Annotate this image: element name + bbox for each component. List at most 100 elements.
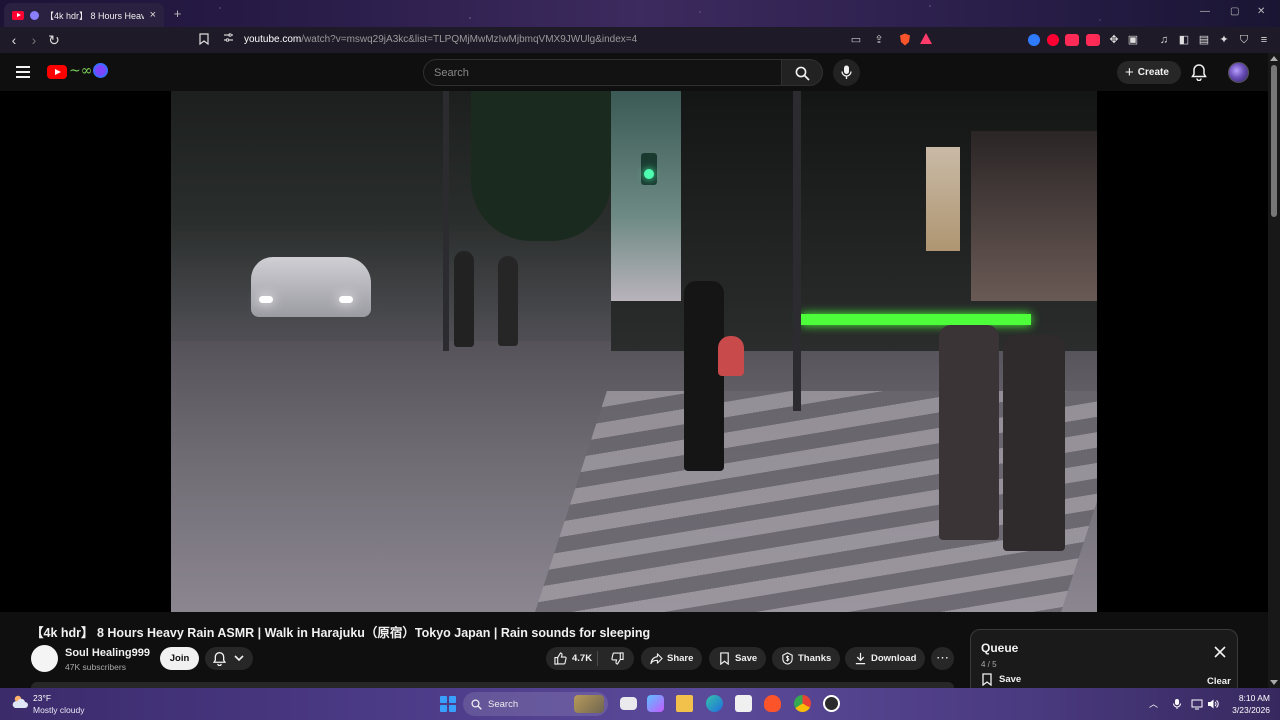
save-button[interactable]: Save	[709, 647, 767, 670]
extension-icon-4[interactable]	[1086, 34, 1100, 46]
close-icon[interactable]	[1213, 645, 1227, 659]
scroll-up-arrow-icon[interactable]	[1270, 56, 1278, 61]
vpn-icon[interactable]: ⛉	[1237, 33, 1251, 47]
queue-save-label: Save	[999, 674, 1022, 685]
thumbs-down-icon	[611, 652, 624, 665]
minimize-icon[interactable]: —	[1200, 6, 1210, 17]
media-controls-icon[interactable]: ♫	[1157, 33, 1171, 47]
back-icon[interactable]: ‹	[6, 32, 22, 48]
brave-browser-icon[interactable]	[764, 695, 781, 712]
extension-icon-1[interactable]	[1028, 34, 1040, 46]
more-actions-button[interactable]: ⋯	[931, 647, 954, 670]
extension-icon-2[interactable]	[1047, 34, 1059, 46]
scroll-down-arrow-icon[interactable]	[1270, 680, 1278, 685]
windows-start-icon[interactable]	[440, 696, 456, 712]
account-avatar[interactable]	[1228, 62, 1249, 83]
video-frame-backpack	[718, 336, 744, 376]
youtube-logo-icon[interactable]	[47, 65, 67, 79]
volume-icon[interactable]	[1207, 698, 1219, 710]
clock-date[interactable]: 3/23/2026	[1220, 705, 1270, 715]
video-frame-store-sign	[801, 314, 1031, 325]
thanks-dollar-icon	[782, 652, 793, 665]
screen: 【4k hdr】 8 Hours Heavy Rain × + — ▢ ✕ ‹ …	[0, 0, 1280, 720]
task-view-icon[interactable]	[620, 697, 637, 710]
weather-temperature[interactable]: 23°F	[33, 693, 51, 703]
create-button[interactable]: + Create	[1117, 61, 1181, 84]
site-info-icon[interactable]	[221, 33, 235, 47]
scrollbar-thumb[interactable]	[1271, 65, 1277, 217]
taskbar-search-box[interactable]: Search	[463, 692, 608, 716]
subscription-notifications-button[interactable]	[205, 647, 253, 670]
bookmark-icon[interactable]	[197, 33, 211, 47]
reload-icon[interactable]: ↻	[46, 32, 62, 48]
share-button[interactable]: Share	[641, 647, 703, 670]
thanks-label: Thanks	[798, 653, 832, 664]
create-label: Create	[1137, 67, 1169, 78]
search-button[interactable]	[781, 59, 823, 86]
share-icon	[650, 653, 663, 665]
tab-title: 【4k hdr】 8 Hours Heavy Rain	[45, 10, 144, 21]
download-button[interactable]: Download	[845, 647, 926, 670]
video-frame-storefront	[611, 91, 681, 301]
browser-menu-icon[interactable]: ≡	[1257, 33, 1271, 47]
brave-shields-icon[interactable]	[898, 33, 912, 47]
tray-overflow-chevron-icon[interactable]: ︿	[1149, 698, 1161, 710]
page-scrollbar[interactable]	[1268, 53, 1280, 688]
queue-clear-button[interactable]: Clear	[1207, 676, 1231, 687]
extension-icon-3[interactable]	[1065, 34, 1079, 46]
video-frame-traffic-light	[641, 153, 657, 185]
extensions-puzzle-icon[interactable]: ✥	[1107, 33, 1121, 47]
copilot-icon[interactable]	[647, 695, 664, 712]
weather-cloud-icon[interactable]	[11, 693, 29, 711]
screenshot-icon[interactable]: ▣	[1126, 33, 1140, 47]
thanks-button[interactable]: Thanks	[772, 647, 841, 670]
queue-save-button[interactable]: Save	[981, 673, 1021, 686]
url-text[interactable]: youtube.com/watch?v=mswq29jA3kc&list=TLP…	[244, 34, 637, 45]
bookmark-save-icon	[720, 652, 729, 665]
store-icon[interactable]	[735, 695, 752, 712]
dislike-button[interactable]	[602, 652, 634, 665]
weather-description[interactable]: Mostly cloudy	[33, 705, 85, 715]
guide-menu-icon[interactable]	[16, 66, 30, 78]
cast-icon[interactable]: ▭	[849, 33, 863, 47]
search-input[interactable]	[434, 65, 764, 81]
leo-ai-icon[interactable]: ✦	[1217, 33, 1231, 47]
browser-tab-strip: 【4k hdr】 8 Hours Heavy Rain × + — ▢ ✕	[0, 0, 1280, 27]
app-icon[interactable]	[823, 695, 840, 712]
browser-tab-active[interactable]: 【4k hdr】 8 Hours Heavy Rain ×	[4, 3, 164, 27]
new-tab-button[interactable]: +	[170, 6, 185, 21]
forward-icon[interactable]: ›	[26, 32, 42, 48]
search-box[interactable]	[423, 59, 782, 86]
share-label: Share	[667, 653, 694, 664]
channel-name[interactable]: Soul Healing999	[65, 647, 150, 659]
wallet-icon[interactable]: ▤	[1197, 33, 1211, 47]
close-window-icon[interactable]: ✕	[1257, 6, 1265, 17]
maximize-icon[interactable]: ▢	[1230, 6, 1239, 17]
brave-rewards-icon[interactable]	[919, 33, 933, 47]
search-icon	[471, 698, 482, 710]
video-player[interactable]	[171, 91, 1097, 612]
chrome-icon[interactable]	[794, 695, 811, 712]
edge-icon[interactable]	[706, 695, 723, 712]
tab-close-icon[interactable]: ×	[150, 9, 156, 21]
plus-icon: +	[1125, 64, 1134, 81]
network-icon[interactable]	[1191, 698, 1203, 710]
bell-icon	[212, 651, 227, 666]
windows-taskbar: 23°F Mostly cloudy Search ︿ 8:10 AM 3/23…	[0, 688, 1280, 720]
mic-tray-icon[interactable]	[1171, 698, 1183, 710]
voice-search-button[interactable]	[833, 59, 860, 86]
like-button[interactable]: 4.7K	[546, 651, 598, 666]
video-frame-trees	[471, 91, 611, 241]
video-frame-person	[939, 325, 999, 540]
video-frame-person	[454, 251, 474, 347]
notifications-bell-icon[interactable]	[1190, 63, 1208, 82]
search-highlight-image	[574, 695, 604, 713]
like-count: 4.7K	[572, 653, 593, 664]
sidebar-icon[interactable]: ◧	[1177, 33, 1191, 47]
share-page-icon[interactable]: ⇪	[872, 33, 886, 47]
clock-time[interactable]: 8:10 AM	[1230, 693, 1270, 703]
file-explorer-icon[interactable]	[676, 695, 693, 712]
channel-avatar[interactable]	[31, 645, 58, 672]
join-button[interactable]: Join	[160, 647, 199, 670]
address-bar[interactable]: youtube.com/watch?v=mswq29jA3kc&list=TLP…	[195, 30, 940, 50]
